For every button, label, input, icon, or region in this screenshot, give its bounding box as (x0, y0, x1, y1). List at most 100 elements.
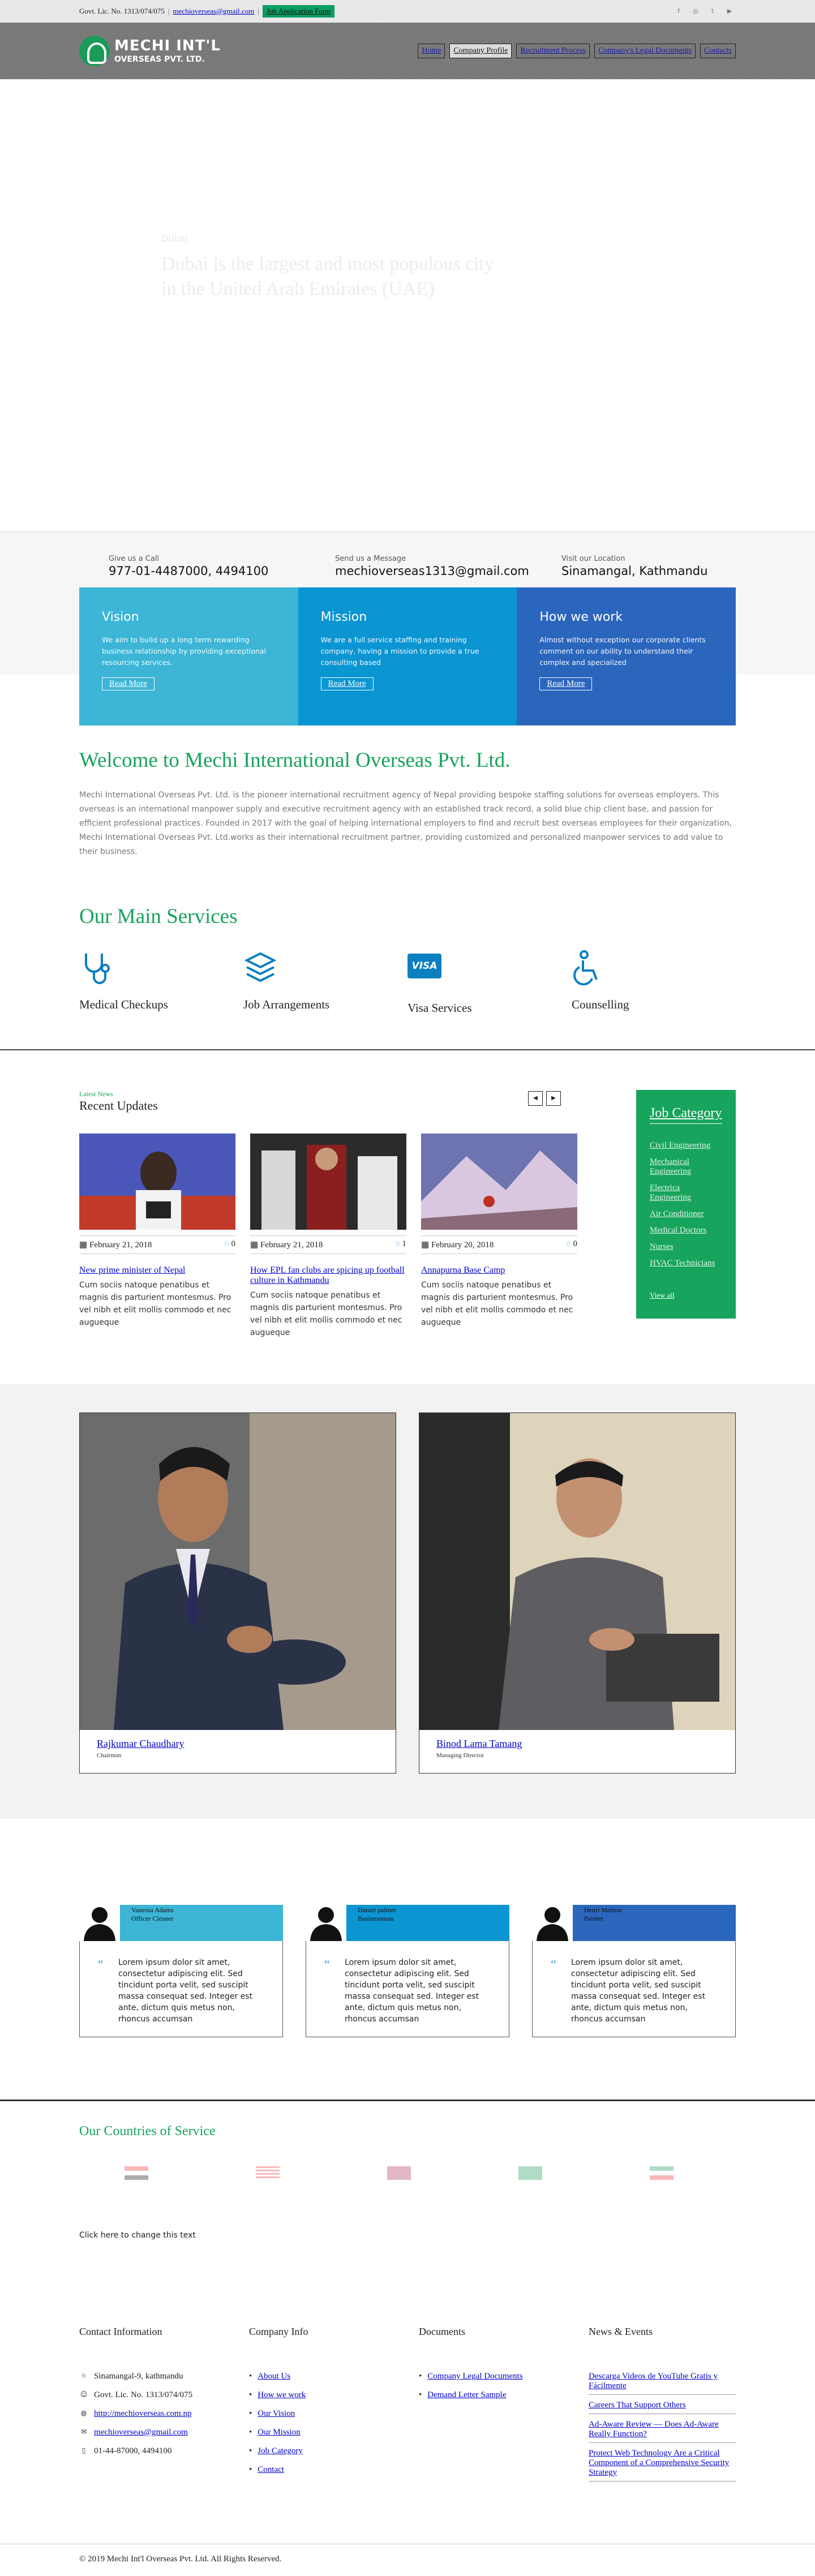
social-links: f ◎ t ▶ (672, 5, 736, 18)
job-category-item[interactable]: Civil Engineering (650, 1141, 722, 1150)
job-category-title[interactable]: Job Category (650, 1106, 722, 1124)
email-icon: ✉ (80, 2428, 87, 2436)
service-jobs[interactable]: Job Arrangements (243, 950, 408, 1015)
pillars: Vision We aim to build up a long term re… (79, 587, 736, 725)
kuwait-flag-icon[interactable] (650, 2166, 674, 2180)
mission-read-more-button[interactable]: Read More (320, 677, 374, 690)
nav-home[interactable]: Home (418, 44, 445, 58)
news-title[interactable]: How EPL fan clubs are spicing up footbal… (250, 1265, 406, 1286)
comments-count[interactable]: ◌ 1 (395, 1239, 406, 1250)
facebook-icon[interactable]: f (672, 5, 685, 18)
quote-icon: “ (98, 1957, 104, 1971)
comments-count[interactable]: ◌ 0 (224, 1239, 235, 1250)
team-member-name[interactable]: Rajkumar Chaudhary (97, 1738, 184, 1749)
footer-link-legal-docs[interactable]: Company Legal Documents (427, 2372, 522, 2381)
job-category-item[interactable]: Electrica Engineering (650, 1183, 722, 1203)
team-photo (419, 1413, 735, 1730)
team-card[interactable]: Binod Lama Tamang Managing Director (419, 1412, 736, 1774)
nav-contacts[interactable]: Contacts (700, 44, 736, 58)
copyright-text: © 2019 Mechi Int'l Overseas Pvt. Ltd. Al… (79, 2554, 282, 2564)
malaysia-flag-icon[interactable] (256, 2166, 280, 2180)
testimonial-role: Businessman (358, 1914, 394, 1922)
qatar-flag-icon[interactable] (387, 2166, 411, 2180)
nav-recruitment-process[interactable]: Recruitment Process (516, 44, 590, 58)
job-application-button[interactable]: Job Application Form (262, 5, 335, 18)
twitter-icon[interactable]: t (706, 5, 719, 18)
topbar-email-link[interactable]: mechioverseas@gmail.com (173, 7, 255, 16)
nav-company-profile[interactable]: Company Profile (449, 44, 512, 58)
vision-read-more-button[interactable]: Read More (102, 677, 155, 690)
phone-number: 977-01-4487000, 4494100 (109, 564, 269, 578)
news-image[interactable] (421, 1134, 577, 1230)
services-section: Our Main Services Medical Checkups Job A… (0, 859, 815, 1049)
footer-link-vision[interactable]: Our Vision (258, 2409, 295, 2419)
team-card[interactable]: Rajkumar Chaudhary Chairman (79, 1412, 396, 1774)
service-medical[interactable]: Medical Checkups (79, 950, 243, 1015)
message-block: Send us a Message mechioverseas1313@gmai… (335, 555, 561, 578)
prev-arrow-icon[interactable]: ◀ (528, 1091, 543, 1106)
news-card[interactable]: ▦ February 21, 2018 ◌ 0 New prime ministe… (79, 1134, 235, 1339)
news-card[interactable]: ▦ February 20, 2018 ◌ 0 Annapurna Base Ca… (421, 1134, 577, 1339)
service-counselling[interactable]: Counselling (572, 950, 736, 1015)
footer-link-about[interactable]: About Us (258, 2372, 290, 2381)
testimonial-name: Henri Matisse (584, 1906, 623, 1914)
layers-icon (243, 950, 408, 990)
stethoscope-icon (79, 950, 243, 990)
footer-link-how-we-work[interactable]: How we work (258, 2390, 306, 2400)
service-visa[interactable]: VISA Visa Services (408, 950, 572, 1015)
footer-news-link[interactable]: Descarga Videos de YouTube Gratis y Fáci… (589, 2372, 718, 2390)
uae-flag-icon[interactable] (125, 2166, 148, 2180)
location-block: Visit our Location Sinamangal, Kathmandu (561, 555, 788, 578)
news-title[interactable]: New prime minister of Nepal (79, 1265, 235, 1276)
footer-link-job-category[interactable]: Job Category (258, 2446, 303, 2456)
footer-news-link[interactable]: Careers That Support Others (589, 2401, 686, 2410)
footer-link-mission[interactable]: Our Mission (258, 2428, 300, 2437)
team-member-role: Managing Director (436, 1752, 484, 1759)
news-excerpt: Cum sociis natoque penatibus et magnis d… (250, 1291, 402, 1337)
news-title[interactable]: Annapurna Base Camp (421, 1265, 577, 1276)
nav-legal-documents[interactable]: Company's Legal Documents (594, 44, 696, 58)
team-member-name[interactable]: Binod Lama Tamang (436, 1738, 522, 1749)
footer-documents: Documents Company Legal Documents Demand… (419, 2326, 589, 2487)
instagram-icon[interactable]: ◎ (689, 5, 702, 18)
news-image[interactable] (79, 1134, 235, 1230)
footer-email-link[interactable]: mechioverseas@gmail.com (94, 2428, 188, 2437)
job-category-item[interactable]: HVAC Technicians (650, 1259, 722, 1268)
footer-link-demand-letter[interactable]: Demand Letter Sample (427, 2390, 506, 2400)
services-title: Our Main Services (79, 905, 238, 928)
footer-website-link[interactable]: http://mechioverseas.com.np (94, 2409, 191, 2419)
hero-slider[interactable]: Dubai Dubai is the largest and most popu… (0, 79, 815, 532)
footer-link-contact[interactable]: Contact (258, 2465, 284, 2475)
job-category-item[interactable]: Nurses (650, 1242, 722, 1252)
mission-box: Mission We are a full service staffing a… (298, 587, 517, 725)
updates-kicker: Latest News (79, 1090, 113, 1098)
site-header: MECHI INT'L OVERSEAS PVT. LTD. Home Comp… (0, 23, 815, 79)
site-logo[interactable]: MECHI INT'L OVERSEAS PVT. LTD. (79, 36, 221, 66)
next-arrow-icon[interactable]: ▶ (546, 1091, 561, 1106)
job-category-item[interactable]: Medical Doctors (650, 1226, 722, 1235)
copyright-bar: © 2019 Mechi Int'l Overseas Pvt. Ltd. Al… (0, 2544, 815, 2574)
how-we-work-read-more-button[interactable]: Read More (539, 677, 593, 690)
view-all-link[interactable]: View all (650, 1291, 722, 1300)
avatar (79, 1904, 120, 1941)
footer-news-link[interactable]: Ad-Aware Review — Does Ad-Aware Really F… (589, 2420, 719, 2438)
job-category-item[interactable]: Mechanical Engineering (650, 1157, 722, 1177)
license-text: Govt. Lic. No. 1313/074/075 (79, 7, 165, 15)
quote-icon: “ (551, 1957, 556, 1971)
team-member-role: Chairman (97, 1752, 122, 1759)
job-category-item[interactable]: Air Conditioner (650, 1209, 722, 1219)
footer-license: Govt. Lic. No. 1313/074/075 (94, 2390, 193, 2399)
job-category-panel: Job Category Civil Engineering Mechanica… (636, 1090, 736, 1319)
news-image[interactable] (250, 1134, 406, 1230)
main-nav: Home Company Profile Recruitment Process… (418, 44, 736, 58)
comments-count[interactable]: ◌ 0 (566, 1239, 577, 1250)
team-section: Rajkumar Chaudhary Chairman Binod Lama T… (0, 1384, 815, 1819)
logo-mark-icon (79, 36, 110, 66)
comment-icon: ◌ (565, 1239, 573, 1248)
site-footer: Contact Information ⌾ Sinamangal-9, kathm… (0, 2258, 815, 2544)
news-card[interactable]: ▦ February 21, 2018 ◌ 1 How EPL fan clubs… (250, 1134, 406, 1339)
footer-phone: 01-44-87000, 4494100 (94, 2446, 172, 2455)
footer-news-link[interactable]: Protect Web Technology Are a Critical Co… (589, 2449, 729, 2477)
saudi-flag-icon[interactable] (518, 2166, 542, 2180)
youtube-icon[interactable]: ▶ (723, 5, 736, 18)
